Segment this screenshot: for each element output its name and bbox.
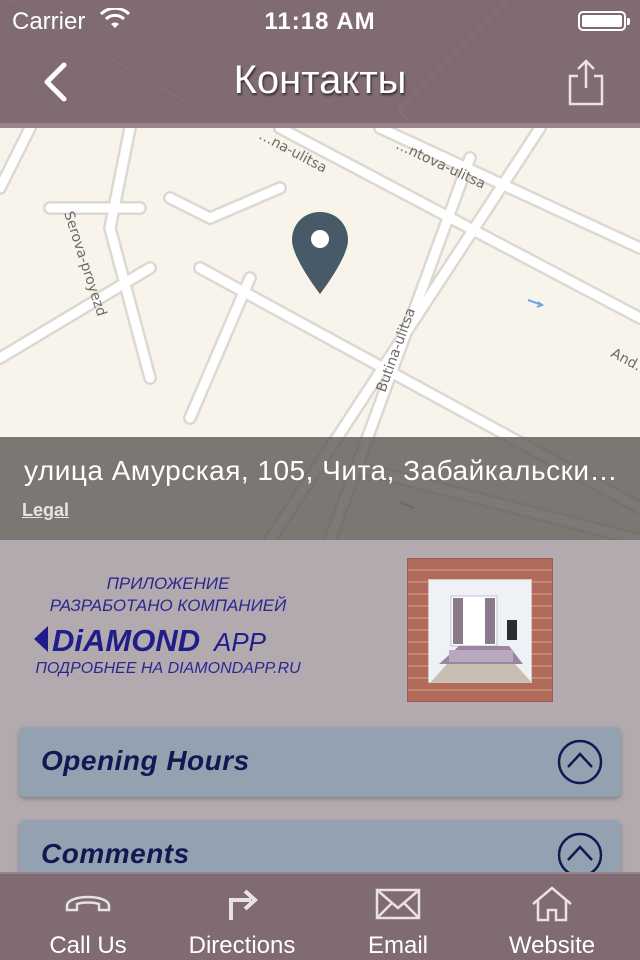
tab-label: Call Us bbox=[49, 932, 127, 959]
navigation-bar: Carrier 11:18 AM Контакты bbox=[0, 0, 640, 128]
address-label: улица Амурская, 105, Чита, Забайкальский… bbox=[24, 455, 624, 486]
tab-directions[interactable]: Directions bbox=[162, 874, 322, 960]
street-label: …ntova-ulitsa bbox=[393, 137, 488, 192]
email-icon bbox=[375, 888, 421, 920]
street-label: …na-ulitsa bbox=[256, 128, 329, 177]
developer-banner[interactable]: ПРИЛОЖЕНИЕ РАЗРАБОТАНО КОМПАНИЕЙ DiAMOND… bbox=[0, 540, 640, 730]
street-label: And… bbox=[608, 345, 640, 379]
diamondapp-logo: DiAMOND APP bbox=[34, 623, 267, 658]
street-label: Butina-ulitsa bbox=[374, 306, 419, 395]
tab-bar: Call Us Directions Email Website bbox=[0, 872, 640, 960]
tab-call-us[interactable]: Call Us bbox=[8, 874, 168, 960]
tab-website[interactable]: Website bbox=[472, 874, 632, 960]
legal-link[interactable]: Legal bbox=[22, 500, 69, 521]
chevron-up-icon[interactable] bbox=[557, 739, 603, 785]
clock: 11:18 AM bbox=[264, 8, 376, 35]
opening-hours-panel[interactable]: Opening Hours bbox=[19, 727, 621, 797]
page-title: Контакты bbox=[233, 58, 407, 102]
panel-title: Opening Hours bbox=[41, 745, 250, 776]
app-thumbnail bbox=[407, 558, 553, 702]
svg-text:DiAMOND: DiAMOND bbox=[52, 623, 200, 658]
tab-email[interactable]: Email bbox=[318, 874, 478, 960]
street-label: Serova-proyezd bbox=[60, 209, 109, 318]
directions-icon bbox=[229, 889, 258, 920]
tab-label: Email bbox=[367, 932, 428, 959]
status-bar: Carrier 11:18 AM bbox=[0, 0, 640, 40]
phone-icon bbox=[65, 895, 111, 912]
share-button[interactable] bbox=[566, 58, 606, 108]
battery-icon bbox=[578, 11, 630, 31]
map-pin-icon[interactable] bbox=[290, 210, 350, 300]
panel-title: Comments bbox=[41, 838, 190, 869]
brand-website: ПОДРОБНЕЕ НА DIAMONDAPP.RU bbox=[35, 660, 301, 677]
brand-caption: ПРИЛОЖЕНИЕ РАЗРАБОТАНО КОМПАНИЕЙ bbox=[49, 574, 287, 615]
address-overlay bbox=[0, 437, 640, 540]
tab-label: Website bbox=[508, 932, 596, 959]
svg-text:APP: APP bbox=[212, 627, 267, 657]
home-icon bbox=[532, 886, 572, 922]
tab-label: Directions bbox=[188, 932, 296, 959]
